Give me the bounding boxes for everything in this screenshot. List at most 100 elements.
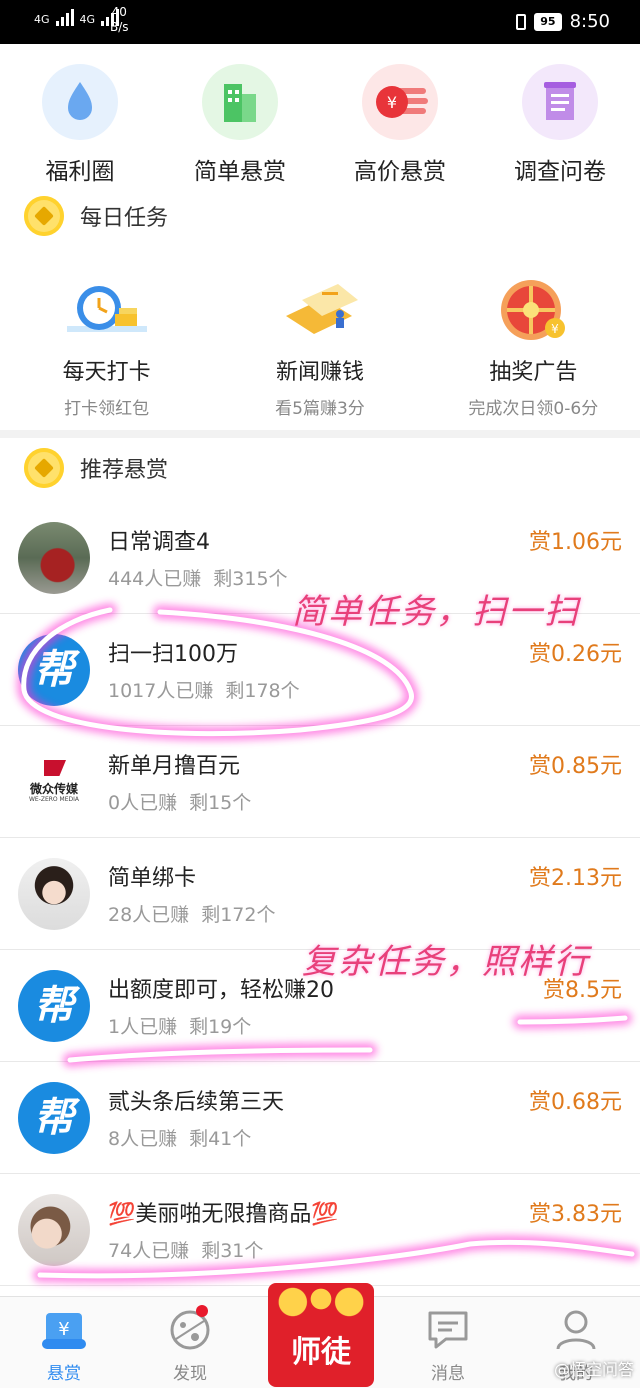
newspaper-icon xyxy=(272,270,368,350)
task-earned: 1人已赚 xyxy=(108,1016,178,1038)
daily-item-lottery[interactable]: ¥ 抽奖广告 完成次日领0-6分 xyxy=(427,262,640,422)
signal-icon xyxy=(55,8,74,26)
task-reward: 赏1.06元 xyxy=(529,530,622,555)
woman-photo xyxy=(18,1194,90,1266)
bang-logo: 帮 xyxy=(18,1082,90,1154)
avatar: 微众传媒 WE-ZERO MEDIA xyxy=(18,746,90,818)
daily-title: 新闻赚钱 xyxy=(275,360,364,385)
mentor-button[interactable]: 师徒 xyxy=(268,1283,374,1387)
daily-task-header: 每日任务 xyxy=(0,186,640,246)
quick-item-simple-reward[interactable]: 简单悬赏 xyxy=(160,60,320,190)
daily-item-checkin[interactable]: 每天打卡 打卡领红包 xyxy=(0,262,213,422)
task-earned: 8人已赚 xyxy=(108,1128,178,1150)
task-title: 简单绑卡 xyxy=(108,866,197,891)
task-left: 剩31个 xyxy=(201,1240,264,1262)
task-left: 剩41个 xyxy=(189,1128,252,1150)
annotation-note-complex: 复杂任务，照样行 xyxy=(302,942,590,982)
clock: 8:50 xyxy=(569,11,610,32)
task-meta: 28人已赚 剩172个 xyxy=(108,900,275,927)
task-reward: 赏2.13元 xyxy=(529,866,622,891)
quick-label: 高价悬赏 xyxy=(354,159,446,185)
task-meta: 444人已赚 剩315个 xyxy=(108,564,288,591)
task-earned: 0人已赚 xyxy=(108,792,178,814)
task-reward: 赏0.26元 xyxy=(529,642,622,667)
quick-item-survey[interactable]: 调查问卷 xyxy=(480,60,640,190)
task-left: 剩19个 xyxy=(189,1016,252,1038)
speed-unit: B/s xyxy=(110,20,129,34)
scroll-yen-icon: ¥ xyxy=(40,1307,88,1353)
task-reward: 赏3.83元 xyxy=(529,1202,622,1227)
nav-messages[interactable]: 消息 xyxy=(408,1307,488,1384)
task-left: 剩15个 xyxy=(189,792,252,814)
watermark: @悟空问答 xyxy=(553,1360,634,1379)
planet-icon xyxy=(166,1305,214,1353)
survey-icon xyxy=(522,64,598,140)
task-title: 新单月撸百元 xyxy=(108,754,241,779)
building-icon xyxy=(202,64,278,140)
quick-label: 调查问卷 xyxy=(514,159,606,185)
task-meta: 0人已赚 剩15个 xyxy=(108,788,251,815)
daily-sub: 看5篇赚3分 xyxy=(275,399,365,419)
section-title: 推荐悬赏 xyxy=(80,458,169,483)
child-photo xyxy=(18,858,90,930)
notification-dot xyxy=(196,1305,208,1317)
nav-discover[interactable]: 发现 xyxy=(150,1305,230,1384)
status-right: 95 8:50 xyxy=(516,11,610,32)
task-left: 剩178个 xyxy=(225,680,300,702)
annotation-note-simple: 简单任务，扫一扫 xyxy=(292,592,580,632)
daily-sub: 完成次日领0-6分 xyxy=(468,399,599,419)
logo-sub: WE-ZERO MEDIA xyxy=(28,796,80,803)
daily-item-news[interactable]: 新闻赚钱 看5篇赚3分 xyxy=(213,262,426,422)
quick-label: 福利圈 xyxy=(45,159,115,185)
money-bill-icon: ¥ xyxy=(362,64,438,140)
task-reward: 赏0.68元 xyxy=(529,1090,622,1115)
logo-mark-icon xyxy=(44,760,66,776)
battery-icon: 95 xyxy=(534,12,562,31)
coin-icon xyxy=(24,448,64,488)
nav-label: 发现 xyxy=(173,1364,207,1384)
network-speed: 40 B/s xyxy=(110,5,129,35)
svg-text:¥: ¥ xyxy=(551,322,559,336)
task-meta: 1人已赚 剩19个 xyxy=(108,1012,251,1039)
task-row[interactable]: 帮 贰头条后续第三天 8人已赚 剩41个 赏0.68元 xyxy=(0,1062,640,1174)
avatar xyxy=(18,858,90,930)
nav-label: 消息 xyxy=(431,1364,465,1384)
task-earned: 1017人已赚 xyxy=(108,680,214,702)
quick-entry-grid: 福利圈 简单悬赏 ¥ 高价悬赏 调查问卷 xyxy=(0,60,640,190)
chat-bubble-icon xyxy=(424,1307,472,1353)
task-title: 贰头条后续第三天 xyxy=(108,1090,285,1115)
task-earned: 444人已赚 xyxy=(108,568,202,590)
task-title: 日常调查4 xyxy=(108,530,210,555)
task-reward: 赏0.85元 xyxy=(529,754,622,779)
speed-value: 40 xyxy=(111,5,127,19)
lottery-wheel-icon: ¥ xyxy=(485,270,581,350)
task-row[interactable]: 💯美丽啪无限撸商品💯 74人已赚 剩31个 赏3.83元 xyxy=(0,1174,640,1286)
mentor-label: 师徒 xyxy=(291,1335,351,1370)
nav-reward[interactable]: ¥ 悬赏 xyxy=(24,1307,104,1384)
section-divider xyxy=(0,430,640,438)
gold-coins-icon xyxy=(274,1287,368,1317)
daily-task-row: 每天打卡 打卡领红包 新闻赚钱 看5篇赚3分 ¥ 抽奖广告 完成次日领0-6分 xyxy=(0,262,640,422)
avatar xyxy=(18,522,90,594)
alarm-clock-icon xyxy=(59,270,155,350)
task-title: 💯美丽啪无限撸商品💯 xyxy=(108,1202,339,1227)
quick-label: 简单悬赏 xyxy=(194,159,286,185)
svg-text:¥: ¥ xyxy=(58,1319,69,1340)
task-meta: 74人已赚 剩31个 xyxy=(108,1236,263,1263)
recommend-header: 推荐悬赏 xyxy=(0,438,640,498)
status-bar: 4G 4G 40 B/s 95 8:50 xyxy=(0,0,640,44)
coin-icon xyxy=(24,196,64,236)
daily-title: 每天打卡 xyxy=(62,360,151,385)
avatar: 帮 xyxy=(18,970,90,1042)
task-earned: 74人已赚 xyxy=(108,1240,190,1262)
task-row[interactable]: 微众传媒 WE-ZERO MEDIA 新单月撸百元 0人已赚 剩15个 赏0.85… xyxy=(0,726,640,838)
avatar xyxy=(18,1194,90,1266)
task-meta: 8人已赚 剩41个 xyxy=(108,1124,251,1151)
network-type-1: 4G xyxy=(34,13,50,26)
bottom-nav: ¥ 悬赏 发现 师徒 消息 我的 xyxy=(0,1283,640,1388)
task-meta: 1017人已赚 剩178个 xyxy=(108,676,300,703)
person-icon xyxy=(552,1307,600,1353)
quick-item-welfare[interactable]: 福利圈 xyxy=(0,60,160,190)
quick-item-high-reward[interactable]: ¥ 高价悬赏 xyxy=(320,60,480,190)
car-photo xyxy=(18,522,90,594)
